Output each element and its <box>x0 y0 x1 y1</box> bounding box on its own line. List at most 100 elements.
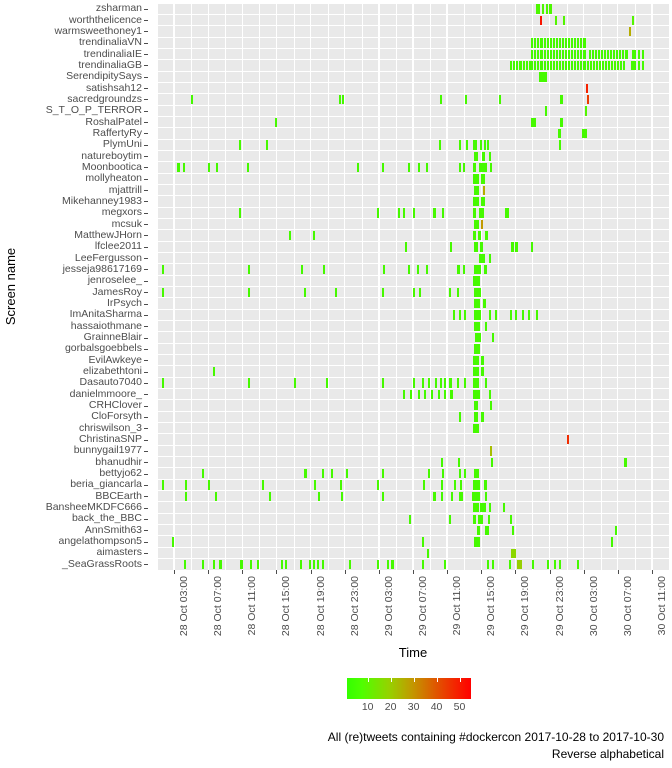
gridline-horizontal <box>157 558 669 560</box>
y-axis-tick-label: RoshalPatel <box>85 115 142 128</box>
heatmap-tile <box>407 162 410 173</box>
y-axis-tick-mark <box>144 42 148 44</box>
heatmap-tile <box>435 378 438 388</box>
heatmap-tile <box>491 457 494 468</box>
x-axis-tick-mark <box>276 570 278 574</box>
x-axis-tick-mark <box>651 570 653 574</box>
heatmap-tile <box>213 559 216 570</box>
heatmap-tile <box>477 525 480 536</box>
heatmap-tile <box>474 287 481 298</box>
gridline-horizontal <box>157 36 669 38</box>
heatmap-tile <box>441 469 444 479</box>
x-axis-tick-label: 30 Oct 03:00 <box>587 576 600 637</box>
heatmap-tile <box>441 208 444 218</box>
heatmap-tile <box>183 162 186 173</box>
heatmap-tile <box>349 559 352 570</box>
y-axis-tick-label: angelathompson5 <box>58 535 142 548</box>
heatmap-tile <box>422 378 425 388</box>
heatmap-tile <box>430 389 433 400</box>
heatmap-tile <box>303 287 306 298</box>
heatmap-tile <box>592 60 595 71</box>
heatmap-tile <box>473 423 479 434</box>
heatmap-tile <box>487 514 491 524</box>
heatmap-tile <box>339 480 342 490</box>
heatmap-tile <box>480 242 484 252</box>
heatmap-tile <box>473 208 477 218</box>
heatmap-tile <box>484 231 488 241</box>
heatmap-tile <box>464 94 467 105</box>
gridline-horizontal <box>157 546 669 548</box>
gridline-horizontal <box>157 183 669 185</box>
y-axis-tick-label: BansheeMKDFC666 <box>45 501 142 514</box>
heatmap-tile <box>478 253 486 263</box>
heatmap-tile <box>477 514 483 524</box>
legend-tick-label: 30 <box>407 701 420 713</box>
gridline-horizontal <box>157 127 669 129</box>
gridline-horizontal <box>157 524 669 526</box>
heatmap-tile <box>474 299 480 309</box>
heatmap-tile <box>162 287 165 298</box>
heatmap-tile <box>583 38 586 48</box>
heatmap-tile <box>338 94 341 105</box>
y-axis-tick-label: RaffertyRy <box>92 126 142 139</box>
heatmap-tile <box>246 162 249 173</box>
y-axis-tick-mark <box>144 428 148 430</box>
y-axis-tick-label: PlymUni <box>102 138 142 151</box>
heatmap-tile <box>449 389 453 400</box>
heatmap-tile <box>473 503 479 513</box>
gridline-horizontal <box>157 365 669 367</box>
y-axis-tick-mark <box>144 360 148 362</box>
heatmap-tile <box>483 480 487 490</box>
y-axis-tick-label: trendinaliaIE <box>83 47 142 60</box>
y-axis-tick-label: satishsah12 <box>85 81 142 94</box>
heatmap-tile <box>511 242 514 252</box>
y-axis-tick-mark <box>144 439 148 441</box>
heatmap-tile <box>473 355 479 366</box>
heatmap-tile <box>441 457 444 468</box>
y-axis-tick-label: jenroselee_ <box>87 274 142 287</box>
heatmap-tile <box>488 151 492 161</box>
heatmap-tile <box>162 480 165 490</box>
y-axis-tick-mark <box>144 190 148 192</box>
legend-tick-label: 40 <box>430 701 443 713</box>
y-axis-tick-label: mollyheaton <box>85 172 142 185</box>
heatmap-tile <box>331 469 334 479</box>
heatmap-tile <box>321 559 324 570</box>
x-axis-title: Time <box>157 645 669 660</box>
heatmap-tile <box>472 174 480 184</box>
heatmap-tile <box>583 60 586 71</box>
heatmap-tile <box>515 242 518 252</box>
heatmap-tile <box>586 60 589 71</box>
y-axis-tick-mark <box>144 258 148 260</box>
y-axis-tick-label: LeeFergusson <box>74 251 142 264</box>
gridline-horizontal <box>157 308 669 310</box>
heatmap-tile <box>472 162 477 173</box>
heatmap-tile <box>516 559 523 570</box>
heatmap-tile <box>620 60 623 71</box>
y-axis-tick-mark <box>144 280 148 282</box>
heatmap-tile <box>546 60 549 71</box>
y-axis-tick-label: warmsweethoney1 <box>54 24 142 37</box>
y-axis-tick-mark <box>144 337 148 339</box>
heatmap-tile <box>459 140 462 150</box>
heatmap-tile <box>248 265 251 275</box>
x-axis-tick-mark <box>447 570 449 574</box>
heatmap-tile <box>614 60 617 71</box>
heatmap-tile <box>464 469 467 479</box>
heatmap-tile <box>577 38 580 48</box>
heatmap-figure: Screen name zsharman worththelicence warms… <box>0 0 672 768</box>
heatmap-tile <box>422 559 425 570</box>
heatmap-tile <box>474 321 480 332</box>
heatmap-tile <box>403 208 406 218</box>
gridline-horizontal <box>157 354 669 356</box>
gridline-horizontal <box>157 297 669 299</box>
x-axis-tick-label: 28 Oct 19:00 <box>314 576 327 637</box>
x-axis-tick-label: 29 Oct 03:00 <box>382 576 395 637</box>
heatmap-tile <box>540 49 543 59</box>
heatmap-tile <box>441 480 444 490</box>
heatmap-tile <box>382 469 385 479</box>
y-axis-tick-label: worththelicence <box>69 13 142 26</box>
y-axis-tick-label: sacredgroundzs <box>67 92 142 105</box>
heatmap-tile <box>474 401 478 411</box>
heatmap-tile <box>304 469 307 479</box>
